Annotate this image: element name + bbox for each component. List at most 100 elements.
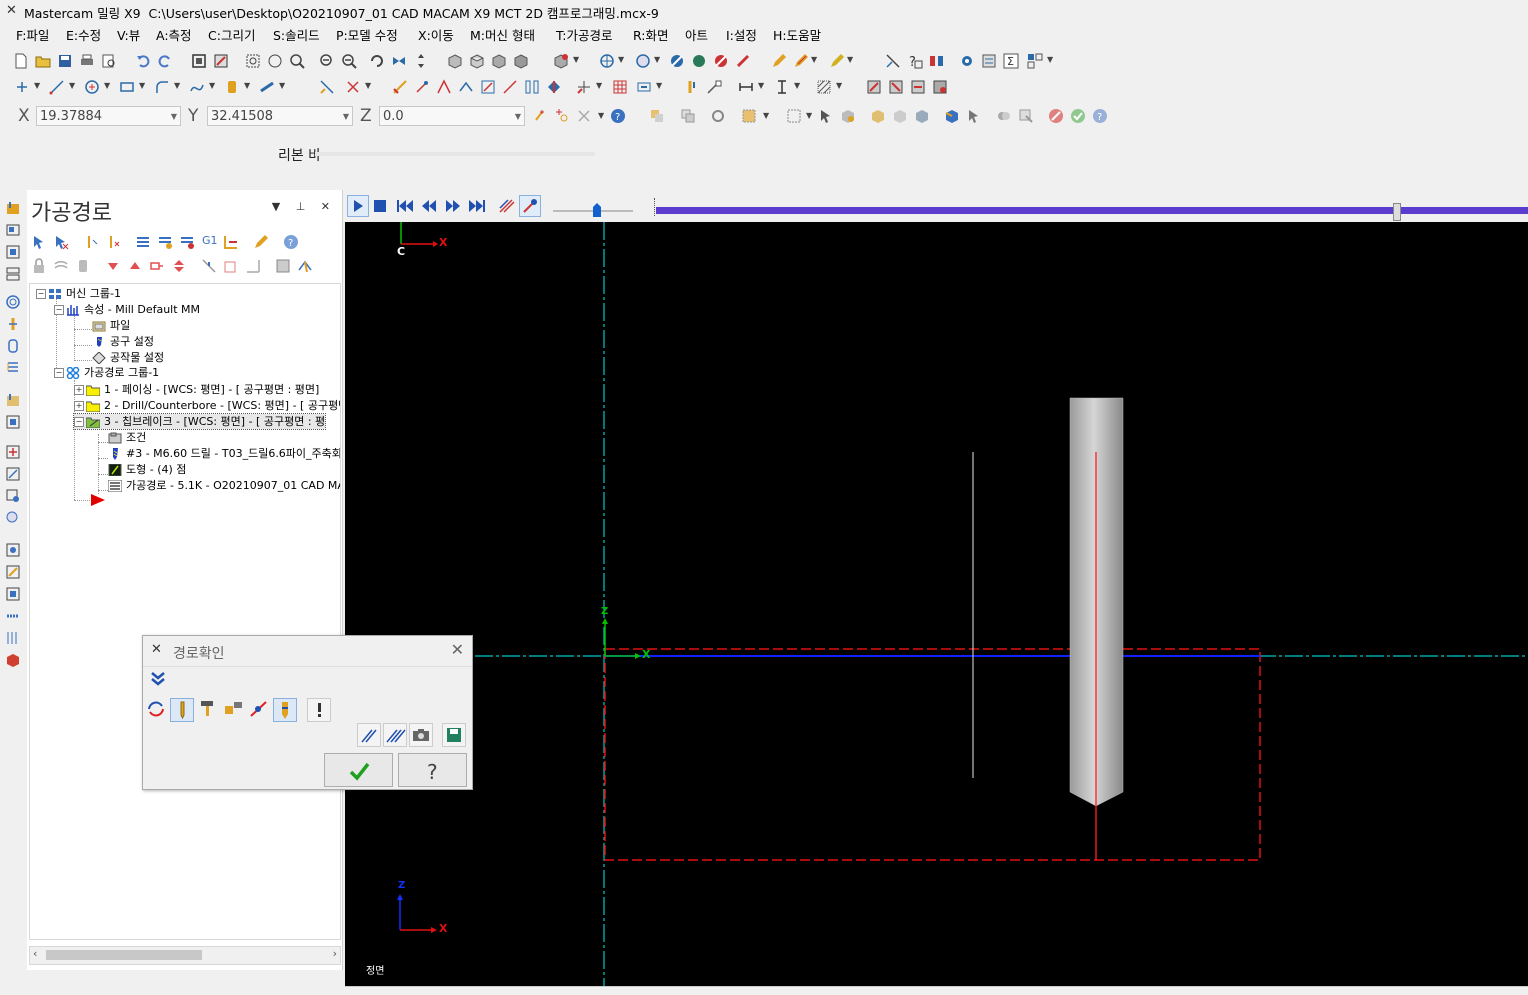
menu-toolpaths[interactable]: T:가공경로 [556, 25, 612, 44]
xform-array-icon[interactable] [524, 79, 540, 95]
horizontal-dim-icon[interactable] [738, 79, 754, 95]
verify-panel-icon[interactable] [5, 414, 21, 430]
info-button[interactable] [307, 698, 331, 722]
menu-edit[interactable]: E:수정 [66, 25, 101, 44]
progress-end-handle[interactable] [1393, 203, 1401, 221]
snap-off-icon[interactable] [576, 108, 592, 124]
quick-verify-button[interactable] [273, 698, 297, 722]
tree-node-op3-params[interactable]: 조건 [108, 430, 146, 445]
surface-finish-icon[interactable] [5, 564, 21, 580]
right-view-icon[interactable] [513, 53, 529, 69]
machine-def-icon[interactable] [866, 79, 882, 95]
menu-draw[interactable]: C:그리기 [208, 25, 255, 44]
tree-node-toolpath-group[interactable]: − 가공경로 그룹-1 [54, 365, 159, 380]
menu-help[interactable]: H:도움말 [773, 25, 821, 44]
xform-translate-icon[interactable] [392, 79, 408, 95]
zoom-panel-icon[interactable] [5, 510, 21, 526]
save-all-lines-button[interactable] [383, 723, 407, 747]
stock-model-icon[interactable] [5, 392, 21, 408]
scroll-thumb[interactable] [46, 950, 202, 960]
hidden-line-icon[interactable] [735, 53, 751, 69]
x-coord-input[interactable]: 19.37884 ▼ [36, 106, 181, 126]
move-insert-icon[interactable] [171, 258, 187, 274]
line-icon[interactable] [49, 79, 65, 95]
analyze-entity-icon[interactable] [5, 488, 21, 504]
dynamic-rotate-icon[interactable] [391, 53, 407, 69]
surface-icon[interactable] [224, 79, 240, 95]
verify-icon[interactable] [996, 108, 1012, 124]
select-back-icon[interactable] [966, 108, 982, 124]
toolpath-manager-icon[interactable] [5, 200, 21, 216]
pencil-icon[interactable] [771, 53, 787, 69]
insert-arrow-icon[interactable] [149, 258, 165, 274]
top-view-icon[interactable] [469, 53, 485, 69]
tree-node-op1[interactable]: +1 - 페이싱 - [WCS: 평면] - [ 공구평면 : 평면] [74, 382, 319, 397]
stop-icon[interactable] [371, 197, 389, 215]
wire-icon[interactable] [5, 630, 21, 646]
leader-icon[interactable] [706, 79, 722, 95]
new-file-icon[interactable] [13, 53, 29, 69]
select-solid-icon[interactable] [840, 108, 856, 124]
select-tool-icon[interactable] [275, 258, 291, 274]
verify-select-icon[interactable] [1018, 108, 1034, 124]
window-select-icon[interactable] [786, 108, 802, 124]
speed-slider[interactable] [592, 203, 602, 217]
solid-body-icon[interactable] [914, 108, 930, 124]
analyze-icon[interactable] [885, 53, 901, 69]
circle-icon[interactable] [84, 79, 100, 95]
tree-node-properties[interactable]: − 속성 - Mill Default MM [54, 302, 200, 317]
graphics-viewport[interactable]: X C Z X Z X 정면 [345, 222, 1528, 986]
toolpath-edit-icon[interactable] [253, 234, 269, 250]
fit-screen-icon[interactable] [191, 53, 207, 69]
y-coord-input[interactable]: 32.41508 ▼ [207, 106, 353, 126]
lock-icon[interactable] [31, 258, 47, 274]
endpoints-button[interactable] [248, 698, 272, 722]
collapse-dialog-icon[interactable] [148, 670, 168, 688]
zoom-selected-icon[interactable] [289, 53, 305, 69]
tree-node-op3-geometry[interactable]: 도형 - (4) 점 [108, 462, 186, 477]
rotate-view-icon[interactable] [369, 53, 385, 69]
menu-art[interactable]: 아트 [685, 25, 708, 44]
rapid-display-button[interactable] [222, 698, 246, 722]
front-view-icon[interactable] [491, 53, 507, 69]
move-down-icon[interactable] [105, 258, 121, 274]
machine-sim-icon[interactable] [932, 79, 948, 95]
menu-model-prep[interactable]: P:모델 수정 [336, 25, 398, 44]
wireframe-icon[interactable] [713, 53, 729, 69]
tree-node-machine-group[interactable]: − 머신 그룹-1 [36, 286, 121, 301]
facing-toolpath-icon[interactable] [5, 360, 21, 376]
help-circle-light-icon[interactable]: ? [1092, 108, 1108, 124]
double-pencil-icon[interactable] [793, 53, 809, 69]
refresh-icon[interactable] [710, 108, 726, 124]
z-coord-input[interactable]: 0.0 ▼ [379, 106, 525, 126]
tree-horizontal-scrollbar[interactable]: ‹ › [29, 946, 341, 965]
color-cycle-button[interactable] [145, 698, 169, 722]
unzoom-icon[interactable] [341, 53, 357, 69]
config-icon[interactable] [981, 53, 997, 69]
solids-manager-icon[interactable] [5, 222, 21, 238]
verify-ops-icon[interactable] [157, 234, 173, 250]
measure-pencil-icon[interactable] [829, 53, 845, 69]
screenshot-button[interactable] [409, 723, 433, 747]
control-def-icon[interactable] [888, 79, 904, 95]
tree-node-files[interactable]: 파일 [92, 318, 130, 333]
point-snap-icon[interactable] [554, 108, 570, 124]
simulate-ops-icon[interactable] [179, 234, 195, 250]
tree-node-stock-setup[interactable]: 공작물 설정 [92, 350, 164, 365]
regen-dirty-icon[interactable] [105, 234, 121, 250]
print-preview-icon[interactable] [101, 53, 117, 69]
trace-toolpath-icon[interactable] [497, 197, 517, 215]
solid-edge-icon[interactable] [892, 108, 908, 124]
box-select-icon[interactable] [741, 108, 757, 124]
drill-toolpath-icon[interactable] [5, 316, 21, 332]
select-group-icon[interactable] [649, 108, 665, 124]
open-folder-icon[interactable] [35, 53, 51, 69]
redo-icon[interactable] [157, 53, 173, 69]
expand-icon[interactable] [201, 258, 217, 274]
hatch-icon[interactable] [816, 79, 832, 95]
toggle-post-icon[interactable] [75, 258, 91, 274]
multiaxis-icon[interactable] [5, 586, 21, 602]
surface-rough-icon[interactable] [5, 542, 21, 558]
tree-node-tool-settings[interactable]: 공구 설정 [92, 334, 154, 349]
menu-machine-type[interactable]: M:머신 형태 [470, 25, 535, 44]
